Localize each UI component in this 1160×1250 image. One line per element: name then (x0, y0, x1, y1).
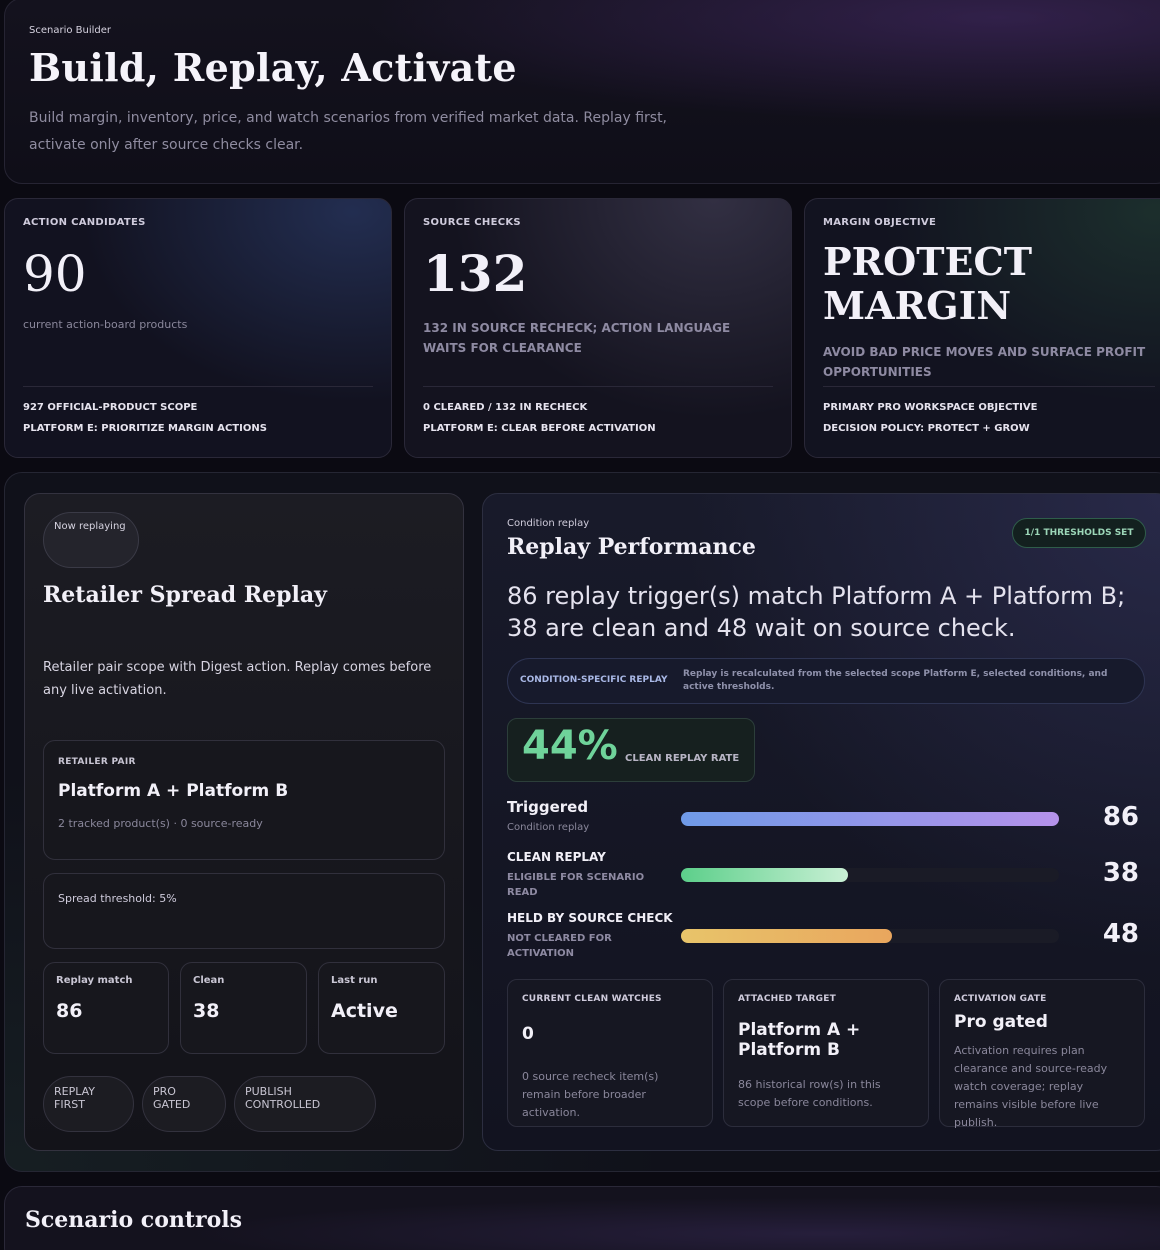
stat-last-run: Last run Active (318, 962, 445, 1054)
bar-track (681, 929, 1059, 943)
retailer-pair-box: RETAILER PAIR Platform A + Platform B 2 … (43, 740, 445, 860)
replay-performance-panel: Condition replay Replay Performance 1/1 … (482, 493, 1160, 1151)
bar-fill (681, 929, 892, 943)
panel-eyebrow: Condition replay (507, 518, 590, 529)
tag-replay-first: REPLAY FIRST (43, 1076, 134, 1132)
card-desc: 86 historical row(s) in this scope befor… (738, 1078, 881, 1109)
stat-foot: 927 OFFICIAL-PRODUCT SCOPE PLATFORM E: P… (23, 386, 373, 439)
mini-label: Clean (193, 975, 225, 986)
stat-label: MARGIN OBJECTIVE (823, 217, 937, 228)
condition-replay-strip: CONDITION-SPECIFIC REPLAY Replay is reca… (507, 658, 1145, 704)
tag-publish-controlled: PUBLISH CONTROLLED (234, 1076, 376, 1132)
retailer-pair-value: Platform A + Platform B (58, 781, 289, 801)
stat-foot-line: DECISION POLICY: PROTECT + GROW (823, 423, 1030, 434)
stat-foot-line: 927 OFFICIAL-PRODUCT SCOPE (23, 402, 198, 413)
stat-clean: Clean 38 (180, 962, 307, 1054)
stat-card-margin-objective: MARGIN OBJECTIVE PROTECT MARGIN AVOID BA… (804, 198, 1160, 458)
bar-count: 86 (1102, 802, 1139, 832)
stat-sub: 132 IN SOURCE RECHECK; ACTION LANGUAGE W… (423, 321, 731, 355)
card-value: Platform A + Platform B (738, 1020, 861, 1060)
mini-value: Active (331, 1000, 398, 1022)
stat-label: ACTION CANDIDATES (23, 217, 146, 228)
stat-value: 90 (23, 245, 87, 303)
mini-value: 86 (56, 1000, 83, 1022)
thresholds-badge: 1/1 THRESHOLDS SET (1012, 518, 1146, 548)
page-title: Build, Replay, Activate (29, 45, 517, 90)
stat-foot: PRIMARY PRO WORKSPACE OBJECTIVE DECISION… (823, 386, 1155, 439)
page-header: Scenario Builder Build, Replay, Activate… (4, 0, 1160, 184)
stat-sub: AVOID BAD PRICE MOVES AND SURFACE PROFIT… (823, 345, 1146, 379)
stat-sub: current action-board products (23, 318, 188, 331)
bar-sub: NOT CLEARED FOR ACTIVATION (507, 933, 612, 959)
mini-label: Last run (331, 975, 378, 986)
stat-foot-line: PRIMARY PRO WORKSPACE OBJECTIVE (823, 402, 1038, 413)
card-activation-gate: ACTIVATION GATE Pro gated Activation req… (939, 979, 1145, 1129)
stat-value: 132 (423, 244, 528, 303)
card-desc: 0 source recheck item(s) remain before b… (522, 1070, 659, 1119)
stat-card-source-checks: SOURCE CHECKS 132 132 IN SOURCE RECHECK;… (404, 198, 792, 458)
bar-row-held-by-source-check: HELD BY SOURCE CHECK NOT CLEARED FOR ACT… (507, 911, 1147, 961)
card-desc: Activation requires plan clearance and s… (954, 1044, 1108, 1129)
bar-name: CLEAN REPLAY (507, 850, 606, 864)
tag-pro-gated: PRO GATED (142, 1076, 226, 1132)
scenario-card[interactable]: Now replaying Retailer Spread Replay Ret… (24, 493, 464, 1151)
panel-title: Replay Performance (507, 534, 756, 560)
bar-count: 48 (1102, 919, 1139, 949)
bar-fill (681, 812, 1059, 826)
scenario-controls-section: Scenario controls (4, 1186, 1160, 1250)
stat-card-action-candidates: ACTION CANDIDATES 90 current action-boar… (4, 198, 392, 458)
card-label: ATTACHED TARGET (738, 994, 836, 1004)
stat-foot-line: PLATFORM E: PRIORITIZE MARGIN ACTIONS (23, 423, 267, 434)
scenario-title: Retailer Spread Replay (43, 582, 327, 608)
stat-label: SOURCE CHECKS (423, 217, 521, 228)
header-eyebrow: Scenario Builder (29, 25, 112, 36)
retailer-pair-meta: 2 tracked product(s) · 0 source-ready (58, 817, 263, 830)
spread-threshold: Spread threshold: 5% (43, 873, 445, 949)
bar-count: 38 (1102, 858, 1139, 888)
stat-foot-line: PLATFORM E: CLEAR BEFORE ACTIVATION (423, 423, 656, 434)
card-value: 0 (522, 1024, 534, 1044)
card-label: CURRENT CLEAN WATCHES (522, 994, 662, 1004)
stat-replay-match: Replay match 86 (43, 962, 169, 1054)
bar-fill (681, 868, 849, 882)
bar-track (681, 868, 1059, 882)
card-value: Pro gated (954, 1012, 1048, 1032)
mini-value: 38 (193, 1000, 220, 1022)
stat-foot-line: 0 CLEARED / 132 IN RECHECK (423, 402, 588, 413)
stat-value: PROTECT MARGIN (823, 239, 1033, 328)
clean-replay-rate: 44% CLEAN REPLAY RATE (507, 718, 755, 782)
strip-text: Replay is recalculated from the selected… (683, 669, 1108, 692)
mini-label: Replay match (56, 975, 133, 986)
bar-sub: ELIGIBLE FOR SCENARIO READ (507, 872, 645, 898)
replay-summary: 86 replay trigger(s) match Platform A + … (507, 582, 1126, 642)
section-title: Scenario controls (25, 1207, 243, 1233)
bar-track (681, 812, 1059, 826)
stat-foot: 0 CLEARED / 132 IN RECHECK PLATFORM E: C… (423, 386, 773, 439)
header-description: Build margin, inventory, price, and watc… (29, 110, 668, 153)
rate-value: 44% (522, 723, 618, 769)
card-attached-target: ATTACHED TARGET Platform A + Platform B … (723, 979, 929, 1127)
rate-label: CLEAN REPLAY RATE (625, 753, 740, 764)
retailer-pair-label: RETAILER PAIR (58, 757, 136, 767)
bar-row-clean-replay: CLEAN REPLAY ELIGIBLE FOR SCENARIO READ … (507, 850, 1147, 900)
card-current-clean-watches: CURRENT CLEAN WATCHES 0 0 source recheck… (507, 979, 713, 1127)
strip-key: CONDITION-SPECIFIC REPLAY (520, 675, 668, 685)
bar-name: HELD BY SOURCE CHECK (507, 911, 673, 925)
scenario-description: Retailer pair scope with Digest action. … (43, 660, 432, 698)
bar-row-triggered: Triggered Condition replay 86 (507, 798, 1147, 844)
status-pill: Now replaying (43, 512, 139, 568)
card-label: ACTIVATION GATE (954, 994, 1047, 1004)
